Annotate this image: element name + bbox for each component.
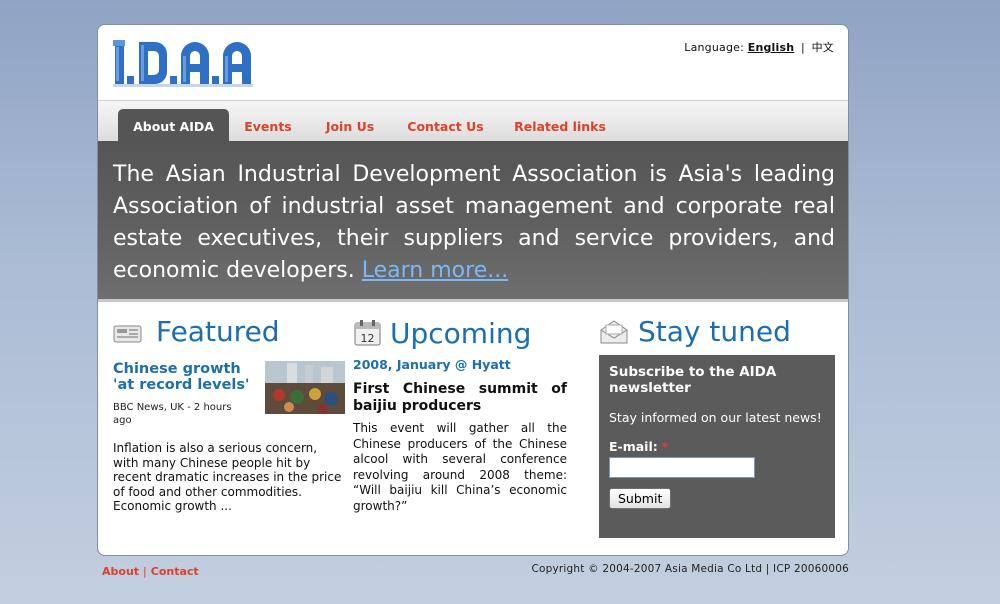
main-nav: About AIDA Events Join Us Contact Us Rel… xyxy=(98,100,848,142)
nav-contact-us[interactable]: Contact Us xyxy=(403,109,488,142)
hero-banner: The Asian Industrial Development Associa… xyxy=(98,141,848,302)
nav-events[interactable]: Events xyxy=(239,109,297,142)
header: Language: English | 中文 xyxy=(98,25,848,100)
footer-contact-link[interactable]: Contact xyxy=(151,565,199,578)
upcoming-column: 12 Upcoming 2008, January @ Hyatt First … xyxy=(353,315,567,555)
featured-column: Featured Chinese growth 'at record level… xyxy=(113,315,345,555)
newsletter-text: Stay informed on our latest news! xyxy=(609,410,822,425)
featured-title: Featured xyxy=(156,315,280,348)
learn-more-link[interactable]: Learn more... xyxy=(362,258,508,283)
upcoming-more-link[interactable]: more xyxy=(535,551,567,555)
featured-source: BBC News, UK - 2 hours ago xyxy=(113,402,232,426)
nav-about-aida[interactable]: About AIDA xyxy=(118,109,229,142)
language-separator: | xyxy=(800,41,805,54)
footer-separator: | xyxy=(143,565,147,578)
calendar-icon: 12 xyxy=(354,320,381,346)
language-english-link[interactable]: English xyxy=(748,41,795,54)
featured-body: Inflation is also a serious concern, wit… xyxy=(113,441,342,513)
submit-button[interactable]: Submit xyxy=(609,488,672,509)
featured-article-title[interactable]: Chinese growth 'at record levels' xyxy=(113,361,253,393)
featured-news-photo[interactable] xyxy=(265,361,345,414)
newsletter-title: Subscribe to the AIDA newsletter xyxy=(609,364,777,396)
email-label: E-mail: * xyxy=(609,439,669,454)
envelope-icon xyxy=(600,320,628,344)
svg-text:12: 12 xyxy=(361,332,375,345)
newspaper-icon xyxy=(113,325,142,343)
email-field[interactable] xyxy=(609,457,755,478)
language-label: Language: xyxy=(684,41,745,54)
nav-related-links[interactable]: Related links xyxy=(510,109,610,142)
page-container: Language: English | 中文 About AIDA Events… xyxy=(97,24,849,556)
upcoming-date: 2008, January @ Hyatt xyxy=(353,357,511,372)
upcoming-event-title[interactable]: First Chinese summit of xyxy=(353,381,567,398)
upcoming-title: Upcoming xyxy=(390,317,532,350)
language-chinese-link[interactable]: 中文 xyxy=(812,41,834,54)
footer-links: About | Contact xyxy=(102,565,199,578)
upcoming-heading: 12 Upcoming xyxy=(353,315,567,355)
nav-join-us[interactable]: Join Us xyxy=(319,109,381,142)
featured-more-link[interactable]: more xyxy=(313,551,345,555)
footer-about-link[interactable]: About xyxy=(102,565,139,578)
idaa-logo[interactable] xyxy=(113,38,263,88)
stay-tuned-heading: Stay tuned xyxy=(599,315,835,355)
required-mark: * xyxy=(661,439,669,454)
featured-heading: Featured xyxy=(113,315,345,355)
stay-tuned-title: Stay tuned xyxy=(638,315,791,348)
upcoming-body: This event will gather all the Chinese p… xyxy=(353,421,567,513)
language-selector: Language: English | 中文 xyxy=(684,39,834,55)
copyright-text: Copyright © 2004-2007 Asia Media Co Ltd … xyxy=(531,563,849,575)
hero-text: The Asian Industrial Development Associa… xyxy=(113,162,835,283)
newsletter-box: Subscribe to the AIDA newsletter Stay in… xyxy=(599,355,835,538)
stay-tuned-column: Stay tuned Subscribe to the AIDA newslet… xyxy=(599,315,835,538)
upcoming-event-title-line2[interactable]: baijiu producers xyxy=(353,398,567,415)
